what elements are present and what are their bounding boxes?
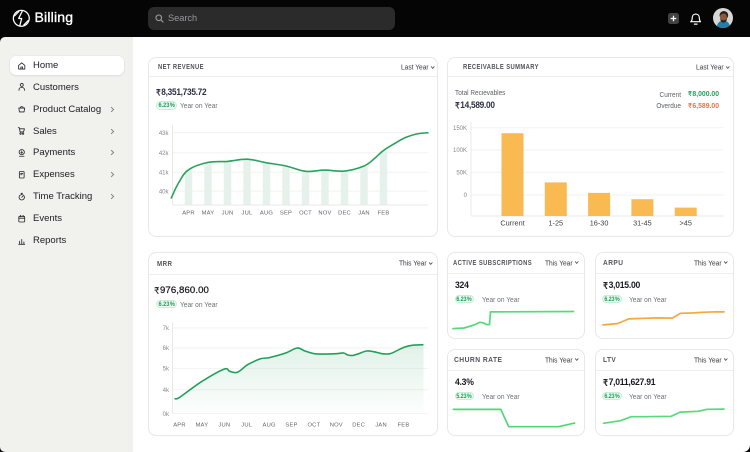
svg-text:0: 0 [464,193,468,199]
svg-text:NOV: NOV [318,211,331,217]
svg-text:40k: 40k [158,189,169,195]
svg-text:APR: APR [182,211,195,217]
svg-text:6k: 6k [162,346,169,352]
svg-text:SEP: SEP [285,422,297,428]
svg-text:150K: 150K [453,126,467,132]
svg-text:4k: 4k [162,387,169,393]
svg-text:DEC: DEC [352,422,365,428]
svg-text:JUL: JUL [241,211,252,217]
svg-text:Current: Current [500,219,524,228]
svg-text:16-30: 16-30 [590,219,609,228]
svg-text:100K: 100K [453,148,467,154]
svg-text:43k: 43k [158,131,169,137]
svg-text:JUN: JUN [218,422,230,428]
svg-text:JUL: JUL [241,422,252,428]
svg-text:5k: 5k [162,366,169,372]
svg-text:APR: APR [173,422,186,428]
svg-text:JAN: JAN [358,211,370,217]
svg-text:41k: 41k [158,171,169,177]
svg-text:JUN: JUN [221,211,233,217]
svg-text:0k: 0k [162,411,169,417]
svg-text:1-25: 1-25 [548,219,563,228]
svg-text:DEC: DEC [338,211,351,217]
svg-text:JAN: JAN [375,422,387,428]
svg-text:7k: 7k [162,326,169,332]
svg-text:42k: 42k [158,151,169,157]
svg-text:31-45: 31-45 [633,219,652,228]
svg-text:NOV: NOV [329,422,342,428]
svg-text:OCT: OCT [299,211,312,217]
svg-text:AUG: AUG [262,422,275,428]
svg-text:AUG: AUG [259,211,272,217]
svg-text:SEP: SEP [279,211,291,217]
svg-text:MAY: MAY [195,422,208,428]
svg-text:FEB: FEB [377,211,389,217]
svg-text:OCT: OCT [307,422,320,428]
svg-text:50K: 50K [456,171,467,177]
svg-text:>45: >45 [680,219,692,228]
svg-text:MAY: MAY [201,211,214,217]
svg-text:FEB: FEB [397,422,409,428]
